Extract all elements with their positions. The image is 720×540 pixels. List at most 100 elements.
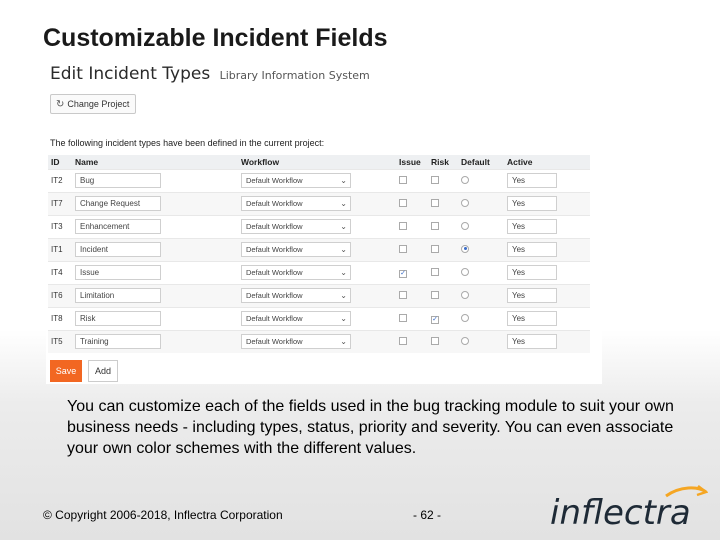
row-default-cell (458, 306, 504, 330)
workflow-value: Default Workflow (246, 268, 303, 277)
issue-checkbox[interactable] (399, 336, 407, 345)
issue-checkbox[interactable] (399, 313, 407, 322)
row-risk-cell (428, 329, 458, 353)
row-issue-cell: ✓ (396, 260, 428, 284)
name-input[interactable]: Risk (75, 311, 161, 326)
chevron-down-icon: ⌄ (340, 245, 347, 254)
default-radio[interactable] (461, 175, 469, 184)
active-select[interactable]: Yes (507, 265, 557, 280)
row-default-cell (458, 214, 504, 238)
chevron-down-icon: ⌄ (340, 268, 347, 277)
name-input[interactable]: Incident (75, 242, 161, 257)
workflow-value: Default Workflow (246, 291, 303, 300)
row-risk-cell (428, 260, 458, 284)
name-input[interactable]: Bug (75, 173, 161, 188)
workflow-select[interactable]: Default Workflow ⌄ (241, 311, 351, 326)
default-radio[interactable] (461, 244, 469, 253)
col-header-workflow: Workflow (238, 155, 396, 169)
workflow-select[interactable]: Default Workflow ⌄ (241, 196, 351, 211)
row-active-cell: Yes (504, 214, 590, 238)
risk-checkbox[interactable] (431, 221, 439, 230)
name-input[interactable]: Enhancement (75, 219, 161, 234)
risk-checkbox[interactable] (431, 198, 439, 207)
row-name-cell: Issue (72, 260, 238, 284)
row-id: IT4 (48, 260, 72, 284)
active-select[interactable]: Yes (507, 288, 557, 303)
row-default-cell (458, 260, 504, 284)
row-name-cell: Training (72, 329, 238, 353)
row-issue-cell (396, 214, 428, 238)
issue-checkbox[interactable] (399, 175, 407, 184)
row-issue-cell (396, 237, 428, 261)
default-radio[interactable] (461, 336, 469, 345)
row-id: IT3 (48, 214, 72, 238)
active-select[interactable]: Yes (507, 196, 557, 211)
name-input[interactable]: Limitation (75, 288, 161, 303)
row-active-cell: Yes (504, 260, 590, 284)
active-select[interactable]: Yes (507, 173, 557, 188)
row-workflow-cell: Default Workflow ⌄ (238, 306, 396, 330)
issue-checkbox[interactable] (399, 221, 407, 230)
risk-checkbox[interactable]: ✓ (431, 315, 439, 324)
change-project-label: Change Project (67, 99, 130, 109)
row-id: IT7 (48, 191, 72, 215)
risk-checkbox[interactable] (431, 290, 439, 299)
row-name-cell: Incident (72, 237, 238, 261)
default-radio[interactable] (461, 198, 469, 207)
intro-text: The following incident types have been d… (50, 138, 325, 148)
row-risk-cell (428, 168, 458, 192)
default-radio[interactable] (461, 313, 469, 322)
chevron-down-icon: ⌄ (340, 291, 347, 300)
incident-types-table: ID Name Workflow Issue Risk Default Acti… (48, 155, 590, 353)
row-default-cell (458, 168, 504, 192)
risk-checkbox[interactable] (431, 336, 439, 345)
risk-checkbox[interactable] (431, 267, 439, 276)
active-select[interactable]: Yes (507, 334, 557, 350)
page-heading: Edit Incident Types Library Information … (50, 64, 370, 84)
table-row: IT2 Bug Default Workflow ⌄ Yes (48, 168, 590, 192)
default-radio[interactable] (461, 290, 469, 299)
active-select[interactable]: Yes (507, 311, 557, 326)
workflow-select[interactable]: Default Workflow ⌄ (241, 334, 351, 350)
row-workflow-cell: Default Workflow ⌄ (238, 214, 396, 238)
issue-checkbox[interactable] (399, 198, 407, 207)
name-input[interactable]: Issue (75, 265, 161, 280)
default-radio[interactable] (461, 267, 469, 276)
workflow-value: Default Workflow (246, 199, 303, 208)
default-radio[interactable] (461, 221, 469, 230)
workflow-select[interactable]: Default Workflow ⌄ (241, 219, 351, 234)
active-select[interactable]: Yes (507, 242, 557, 257)
issue-checkbox[interactable] (399, 244, 407, 253)
workflow-select[interactable]: Default Workflow ⌄ (241, 265, 351, 280)
row-default-cell (458, 283, 504, 307)
workflow-value: Default Workflow (246, 222, 303, 231)
row-name-cell: Change Request (72, 191, 238, 215)
workflow-select[interactable]: Default Workflow ⌄ (241, 173, 351, 188)
row-id: IT1 (48, 237, 72, 261)
row-id: IT2 (48, 168, 72, 192)
add-button[interactable]: Add (88, 360, 118, 382)
issue-checkbox[interactable] (399, 290, 407, 299)
save-button[interactable]: Save (50, 360, 82, 382)
name-input[interactable]: Change Request (75, 196, 161, 211)
risk-checkbox[interactable] (431, 244, 439, 253)
row-name-cell: Risk (72, 306, 238, 330)
logo-text: inflectra (550, 493, 691, 532)
chevron-down-icon: ⌄ (340, 222, 347, 231)
risk-checkbox[interactable] (431, 175, 439, 184)
workflow-select[interactable]: Default Workflow ⌄ (241, 242, 351, 257)
change-project-button[interactable]: ↻ Change Project (50, 94, 136, 114)
table-row: IT4 Issue Default Workflow ⌄ ✓ Yes (48, 260, 590, 284)
row-name-cell: Enhancement (72, 214, 238, 238)
project-name: Library Information System (219, 69, 370, 82)
name-input[interactable]: Training (75, 334, 161, 350)
active-select[interactable]: Yes (507, 219, 557, 234)
chevron-down-icon: ⌄ (340, 176, 347, 185)
row-issue-cell (396, 168, 428, 192)
workflow-select[interactable]: Default Workflow ⌄ (241, 288, 351, 303)
row-workflow-cell: Default Workflow ⌄ (238, 260, 396, 284)
row-issue-cell (396, 329, 428, 353)
issue-checkbox[interactable]: ✓ (399, 269, 407, 278)
row-active-cell: Yes (504, 329, 590, 353)
row-issue-cell (396, 191, 428, 215)
